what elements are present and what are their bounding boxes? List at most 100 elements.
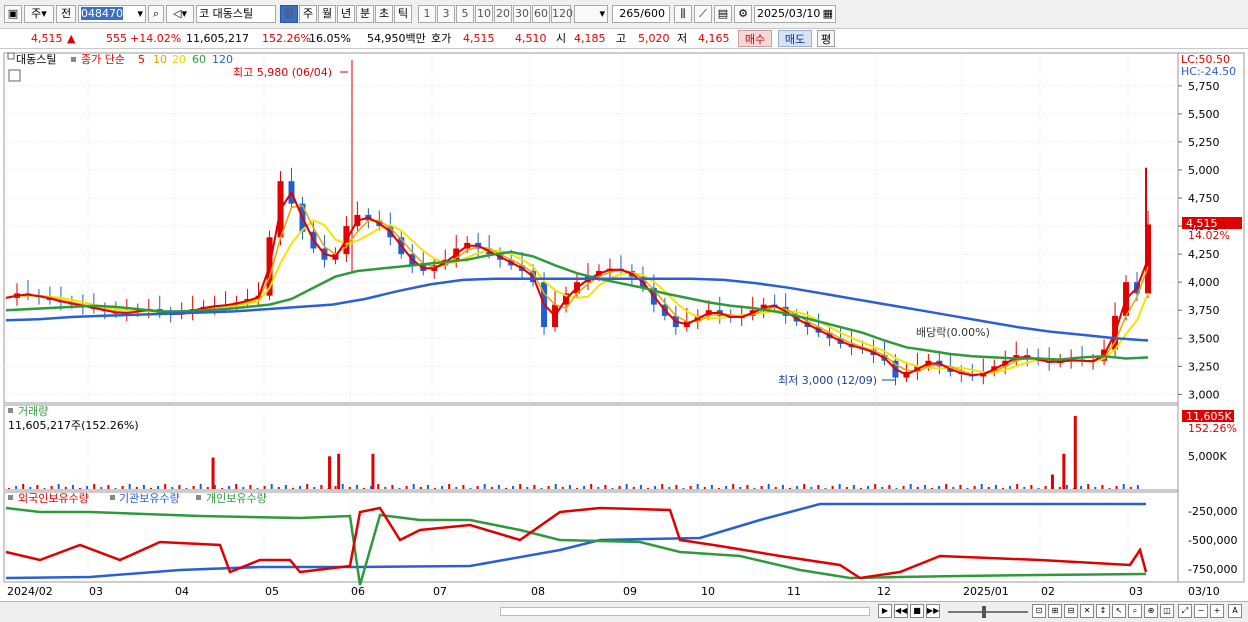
volume-bar — [973, 486, 976, 489]
scroll-right-icon[interactable]: ▶ — [878, 604, 892, 618]
market-type-select[interactable]: 주▾ — [24, 5, 54, 23]
period-week[interactable]: 주 — [299, 5, 317, 23]
magnet-icon[interactable]: ⊕ — [1144, 604, 1158, 618]
date-axis-label: 05 — [265, 585, 279, 598]
minute-30[interactable]: 30 — [513, 5, 531, 23]
custom-period-select[interactable]: ▾ — [574, 5, 608, 23]
eval-button[interactable]: 평 — [817, 30, 835, 47]
draw-icon[interactable]: ⟋ — [694, 5, 712, 23]
volume-bar — [668, 487, 671, 489]
holdings-bullet-icon — [196, 495, 201, 500]
minute-3[interactable]: 3 — [437, 5, 455, 23]
stock-code-input[interactable]: 048470 ▾ — [78, 5, 146, 23]
period-tick[interactable]: 틱 — [394, 5, 412, 23]
quote-bar: 4,515 ▲ 555 +14.02% 11,605,217 152.26% 1… — [0, 29, 1248, 49]
minute-20[interactable]: 20 — [494, 5, 512, 23]
volume-value: 11,605,217 — [186, 32, 249, 45]
volume-bar — [1101, 485, 1104, 489]
period-second[interactable]: 초 — [375, 5, 393, 23]
volume-bar — [675, 485, 678, 489]
period-day[interactable]: 일 — [280, 5, 298, 23]
stop-icon[interactable]: ■ — [910, 604, 924, 618]
date-axis-label: 09 — [623, 585, 637, 598]
volume-bar — [817, 485, 820, 489]
volume-bar — [249, 485, 252, 489]
date-field[interactable]: 2025/03/10 ▦ — [754, 5, 836, 23]
period-minute[interactable]: 분 — [356, 5, 374, 23]
price-axis-label: 5,500 — [1188, 108, 1220, 121]
holdings-panel — [3, 491, 1179, 583]
period-week-label: 주 — [302, 7, 314, 20]
candle-icon[interactable]: ⫼ — [674, 5, 692, 23]
stock-chart-svg[interactable]: 5,7505,5005,2505,0004,7504,5004,2504,000… — [0, 49, 1248, 601]
prev-button[interactable]: 전 — [56, 5, 76, 23]
zoom-slider[interactable] — [948, 611, 1028, 613]
minute-1[interactable]: 1 — [418, 5, 436, 23]
volume-bar — [15, 486, 18, 489]
price-axis-label: 3,500 — [1188, 332, 1220, 345]
crosshair-icon[interactable]: ✕ — [1080, 604, 1094, 618]
minute-5[interactable]: 5 — [456, 5, 474, 23]
volume-bar — [725, 486, 728, 489]
volume-bar — [647, 488, 649, 489]
ruler-icon[interactable]: ↕ — [1096, 604, 1110, 618]
fast-forward-icon[interactable]: ▶▶ — [926, 604, 940, 618]
horizontal-scrollbar[interactable] — [500, 607, 870, 616]
date-axis-label: 03 — [89, 585, 103, 598]
volume-bar — [355, 485, 358, 489]
volume-bar — [739, 487, 742, 489]
scroll-toolbar: ▶ ◀◀ ■ ▶▶ ⊡ ⊞ ⊟ ✕ ↕ ↖ ⌕ ⊕ ◫ ⤢ − + A — [0, 601, 1248, 622]
grid-icon[interactable]: ⊞ — [1048, 604, 1062, 618]
count-field[interactable]: 265/600 — [612, 5, 670, 23]
calculator-icon[interactable] — [8, 69, 21, 82]
zoom-in-icon[interactable]: + — [1210, 604, 1224, 618]
volume-bar — [966, 488, 969, 489]
volume-bar — [923, 485, 926, 489]
volume-bar — [476, 486, 479, 489]
volume-bar — [753, 488, 756, 489]
price-axis-label: 5,000 — [1188, 164, 1220, 177]
price-change-pct: +14.02% — [130, 32, 182, 45]
font-size-icon[interactable]: A — [1228, 604, 1242, 618]
minute-10[interactable]: 10 — [475, 5, 493, 23]
holdings-axis-2: -500,000 — [1188, 534, 1237, 547]
volume-bar — [774, 487, 777, 489]
high-label: 고 — [616, 32, 627, 45]
period-minute-label: 분 — [359, 7, 371, 20]
search-icon[interactable]: ⌕ — [1128, 604, 1142, 618]
date-axis-label: 08 — [531, 585, 545, 598]
zoom-out-icon[interactable]: − — [1194, 604, 1208, 618]
buy-button[interactable]: 매수 — [738, 30, 772, 47]
stock-name-field[interactable]: 코 대동스틸 — [196, 5, 276, 23]
volume-bar — [263, 486, 266, 489]
expand-icon[interactable]: ⤢ — [1178, 604, 1192, 618]
search-icon[interactable]: ⌕ — [148, 5, 164, 23]
date-axis-label: 07 — [433, 585, 447, 598]
minute-60[interactable]: 60 — [532, 5, 550, 23]
zoom-slider-handle[interactable] — [982, 606, 986, 618]
volume-bar — [781, 485, 784, 489]
gear-icon[interactable]: ⚙ — [734, 5, 752, 23]
window-icon[interactable]: ▣ — [4, 5, 22, 23]
cursor-icon[interactable]: ↖ — [1112, 604, 1126, 618]
chart-area[interactable]: 5,7505,5005,2505,0004,7504,5004,2504,000… — [0, 49, 1248, 601]
ask-price: 4,515 — [463, 32, 495, 45]
sell-button[interactable]: 매도 — [778, 30, 812, 47]
legend-ma20: 20 — [172, 53, 186, 66]
layers-icon[interactable]: ◫ — [1160, 604, 1174, 618]
volume-bar — [838, 484, 841, 489]
volume-bar — [860, 488, 862, 489]
pct-tag: 14.02% — [1188, 229, 1230, 242]
volume-bar — [824, 488, 827, 489]
volume-bar — [1044, 486, 1047, 489]
speaker-icon[interactable]: ◁▾ — [166, 5, 194, 23]
period-year[interactable]: 년 — [337, 5, 355, 23]
lock-icon[interactable]: ⊟ — [1064, 604, 1078, 618]
period-month[interactable]: 월 — [318, 5, 336, 23]
volume-bar — [29, 487, 32, 489]
rewind-icon[interactable]: ◀◀ — [894, 604, 908, 618]
minute-120[interactable]: 120 — [551, 5, 573, 23]
zoom-fit-icon[interactable]: ⊡ — [1032, 604, 1046, 618]
volume-bar — [1009, 486, 1012, 489]
save-icon[interactable]: ▤ — [714, 5, 732, 23]
